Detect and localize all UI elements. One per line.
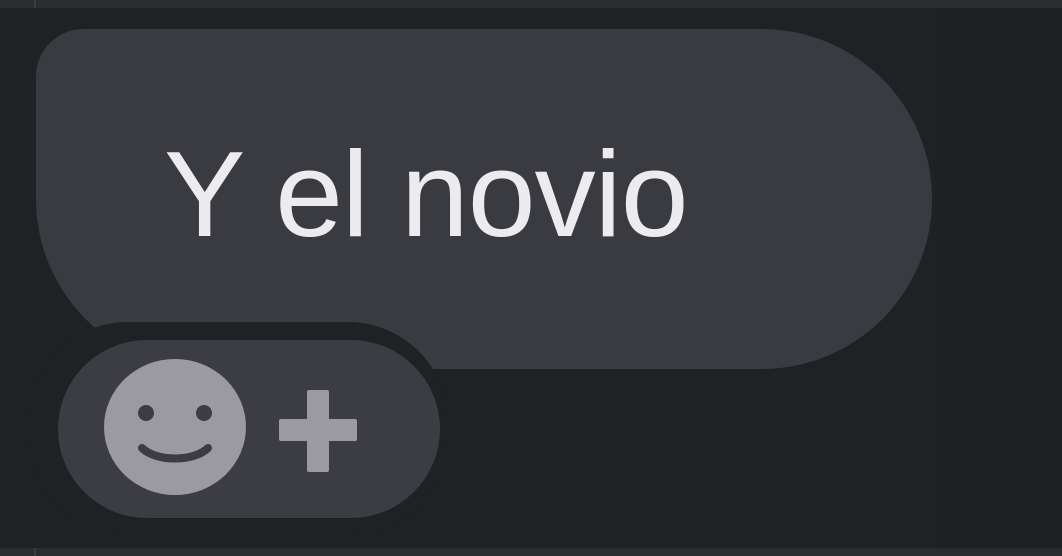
bottom-divider xyxy=(0,548,1062,556)
emoji-right-eye xyxy=(196,405,212,421)
emoji-left-eye xyxy=(138,405,154,421)
top-divider xyxy=(0,0,1062,8)
smiley-face-icon xyxy=(104,359,246,495)
plus-icon-horizontal xyxy=(279,419,357,441)
right-panel xyxy=(938,8,1062,548)
top-left-edge xyxy=(34,0,36,8)
emoji-circle xyxy=(107,359,243,495)
message-text: Y el novio xyxy=(164,126,689,262)
bottom-left-edge xyxy=(34,548,36,556)
chat-screen: Y el novio xyxy=(0,0,1062,556)
